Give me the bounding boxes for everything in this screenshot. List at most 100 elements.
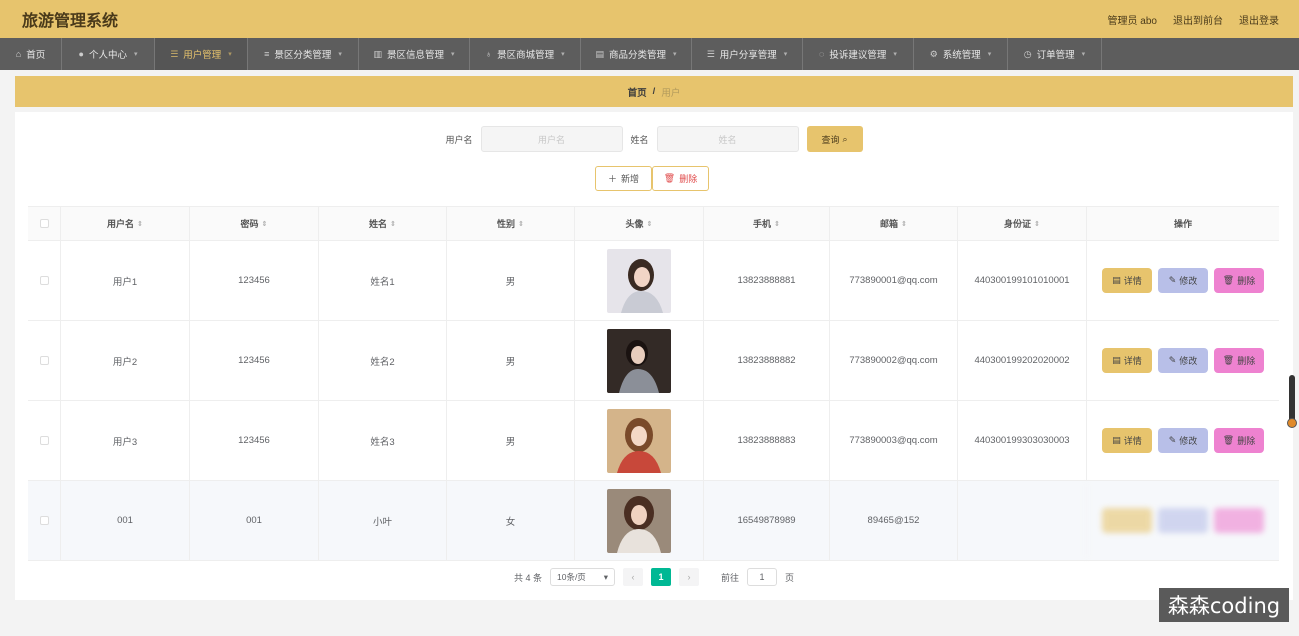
header-email[interactable]: 邮箱 ⇕ xyxy=(830,207,958,240)
detail-button[interactable]: ▤ 详情 xyxy=(1102,348,1152,373)
header-label: 手机 xyxy=(753,219,772,229)
nav-scenic-info[interactable]: ▥ 景区信息管理 ▾ xyxy=(359,38,470,70)
header-idcard[interactable]: 身份证 ⇕ xyxy=(958,207,1087,240)
nav-orders[interactable]: ◷ 订单管理 ▾ xyxy=(1008,38,1102,70)
nav-home[interactable]: ⌂ 首页 xyxy=(0,38,62,70)
nav-system[interactable]: ⚙ 系统管理 ▾ xyxy=(914,38,1008,70)
goto-label: 前往 xyxy=(720,572,739,583)
cell-name: 小叶 xyxy=(319,481,447,560)
delete-button[interactable] xyxy=(1214,508,1264,533)
edit-button[interactable]: ✎ 修改 xyxy=(1158,428,1208,453)
row-checkbox[interactable] xyxy=(39,356,49,365)
cell-password: 001 xyxy=(190,481,319,560)
cell-password: 123456 xyxy=(190,241,319,320)
front-link[interactable]: 退出到前台 xyxy=(1173,12,1223,27)
delete-button[interactable]: 🗑 删除 xyxy=(1214,268,1264,293)
table-row: 用户1 123456 姓名1 男 13823888881 773890001@q… xyxy=(28,241,1279,321)
detail-icon: ▤ xyxy=(1112,275,1121,285)
avatar[interactable] xyxy=(607,248,671,313)
detail-label: 详情 xyxy=(1123,356,1142,366)
nav-user-management[interactable]: ☰ 用户管理 ▾ xyxy=(155,38,248,70)
edit-label: 修改 xyxy=(1179,276,1198,286)
add-button[interactable]: ＋ 新增 xyxy=(595,166,652,191)
table-row: 用户2 123456 姓名2 男 13823888882 773890002@q… xyxy=(28,321,1279,401)
cell-avatar xyxy=(575,321,704,400)
query-button[interactable]: 查询 ⌕ xyxy=(806,126,863,152)
edit-button[interactable]: ✎ 修改 xyxy=(1158,348,1208,373)
chevron-down-icon: ▾ xyxy=(1081,51,1086,58)
chevron-left-icon: ‹ xyxy=(631,572,635,582)
prev-page-button[interactable]: ‹ xyxy=(622,568,643,586)
chevron-right-icon: › xyxy=(687,572,691,582)
nav-label: 首页 xyxy=(26,50,46,61)
header-gender[interactable]: 性别 ⇕ xyxy=(447,207,575,240)
header-label: 头像 xyxy=(625,219,644,229)
nav-complaints[interactable]: ◌ 投诉建议管理 ▾ xyxy=(803,38,914,70)
bulk-delete-button[interactable]: 🗑 删除 xyxy=(652,166,709,191)
header-links: 管理员 abo 退出到前台 退出登录 xyxy=(1108,12,1279,27)
sort-icon: ⇕ xyxy=(774,220,780,228)
header-label: 性别 xyxy=(497,219,516,229)
page-size-select[interactable]: 10条/页 ▾ xyxy=(549,568,615,586)
cell-actions: ▤ 详情 ✎ 修改 🗑 删除 xyxy=(1087,321,1279,400)
select-all-cell xyxy=(28,207,61,240)
top-header: 旅游管理系统 管理员 abo 退出到前台 退出登录 xyxy=(0,0,1299,38)
detail-button[interactable]: ▤ 详情 xyxy=(1102,268,1152,293)
cell-gender: 男 xyxy=(447,321,575,400)
header-name[interactable]: 姓名 ⇕ xyxy=(319,207,447,240)
goto-page-input[interactable]: 1 xyxy=(747,568,777,586)
delete-label: 删除 xyxy=(1237,356,1256,366)
header-username[interactable]: 用户名 ⇕ xyxy=(61,207,190,240)
detail-label: 详情 xyxy=(1123,436,1142,446)
header-label: 密码 xyxy=(240,219,259,229)
edit-icon: ✎ xyxy=(1168,275,1177,285)
nav-goods-category[interactable]: ▤ 商品分类管理 ▾ xyxy=(581,38,692,70)
row-select-cell xyxy=(28,321,61,400)
next-page-button[interactable]: › xyxy=(678,568,699,586)
header-phone[interactable]: 手机 ⇕ xyxy=(704,207,830,240)
header-avatar[interactable]: 头像 ⇕ xyxy=(575,207,704,240)
avatar[interactable] xyxy=(607,328,671,393)
cell-actions: ▤ 详情 ✎ 修改 🗑 删除 xyxy=(1087,241,1279,320)
query-label: 查询 xyxy=(821,134,840,145)
delete-button[interactable]: 🗑 删除 xyxy=(1214,348,1264,373)
delete-button[interactable]: 🗑 删除 xyxy=(1214,428,1264,453)
header-label: 操作 xyxy=(1173,219,1192,229)
detail-button[interactable]: ▤ 详情 xyxy=(1102,428,1152,453)
trash-icon: 🗑 xyxy=(1222,435,1235,445)
nav-scenic-category[interactable]: ≡ 景区分类管理 ▾ xyxy=(248,38,359,70)
chevron-down-icon: ▾ xyxy=(228,51,232,58)
cell-email: 773890002@qq.com xyxy=(830,321,958,400)
header-label: 身份证 xyxy=(1004,219,1032,229)
page-number-active[interactable]: 1 xyxy=(650,568,671,586)
breadcrumb-home[interactable]: 首页 xyxy=(628,85,647,99)
nav-scenic-mall[interactable]: ♁ 景区商城管理 ▾ xyxy=(470,38,581,70)
search-bar: 用户名 用户名 姓名 姓名 查询 ⌕ xyxy=(15,126,1293,152)
sort-icon: ⇕ xyxy=(137,220,143,228)
nav-user-share[interactable]: ☰ 用户分享管理 ▾ xyxy=(692,38,803,70)
cell-gender: 男 xyxy=(447,401,575,480)
nav-personal-center[interactable]: ● 个人中心 ▾ xyxy=(62,38,155,70)
sort-icon: ⇕ xyxy=(390,220,396,228)
row-checkbox[interactable] xyxy=(39,276,49,285)
cell-username: 用户1 xyxy=(61,241,190,320)
name-input[interactable]: 姓名 xyxy=(656,126,799,152)
sort-icon: ⇕ xyxy=(1034,220,1040,228)
header-password[interactable]: 密码 ⇕ xyxy=(190,207,319,240)
cell-phone: 13823888882 xyxy=(704,321,830,400)
cell-name: 姓名2 xyxy=(319,321,447,400)
username-input[interactable]: 用户名 xyxy=(480,126,623,152)
edit-button[interactable] xyxy=(1158,508,1208,533)
avatar[interactable] xyxy=(607,488,671,553)
cell-username: 用户2 xyxy=(61,321,190,400)
avatar[interactable] xyxy=(607,408,671,473)
edit-button[interactable]: ✎ 修改 xyxy=(1158,268,1208,293)
detail-button[interactable] xyxy=(1102,508,1152,533)
cell-email: 773890001@qq.com xyxy=(830,241,958,320)
row-checkbox[interactable] xyxy=(39,436,49,445)
select-all-checkbox[interactable] xyxy=(39,219,49,228)
cell-password: 123456 xyxy=(190,401,319,480)
cell-name: 姓名3 xyxy=(319,401,447,480)
row-checkbox[interactable] xyxy=(39,516,49,525)
logout-link[interactable]: 退出登录 xyxy=(1239,12,1279,27)
